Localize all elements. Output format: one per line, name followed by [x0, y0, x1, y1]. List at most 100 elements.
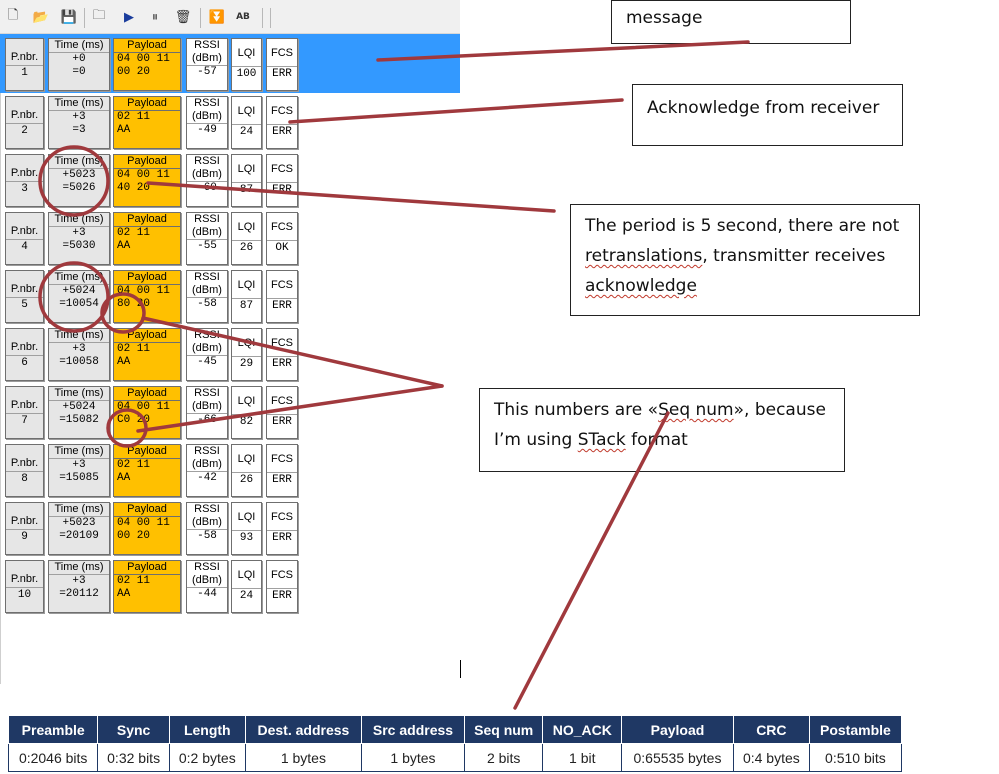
packet-rssi-cell: RSSI (dBm) -60	[186, 154, 228, 207]
time-delta: +3	[72, 343, 86, 355]
packet-rssi-cell: RSSI (dBm) -57	[186, 38, 228, 91]
lqi-value: 29	[232, 356, 261, 371]
payload-header: Payload	[114, 155, 180, 169]
frame-field-size: 0:4 bytes	[732, 743, 810, 772]
packet-fcs-cell: FCS ERR	[266, 96, 298, 149]
packet-lqi-cell: LQI 93	[231, 502, 262, 555]
packet-number: 8	[21, 473, 28, 485]
rssi-header: RSSI	[194, 503, 220, 515]
callout-ack-text: Acknowledge from receiver	[647, 98, 880, 118]
pause-icon[interactable]: ⏸	[146, 8, 164, 26]
time-absolute: =3	[72, 124, 86, 136]
packet-payload-cell: Payload 04 00 11 40 20	[113, 154, 181, 207]
new-file-icon[interactable]: 🗋	[4, 8, 22, 26]
rssi-value: -49	[187, 123, 227, 137]
frame-field-header: CRC	[732, 715, 810, 744]
callout-period: The period is 5 second, there are not re…	[570, 204, 920, 316]
packet-number: 10	[17, 589, 32, 601]
rssi-header: RSSI	[194, 155, 220, 167]
toolbar-separator	[200, 8, 201, 28]
open-folder-icon[interactable]: 📂	[32, 8, 50, 26]
packet-number: 7	[21, 415, 28, 427]
time-delta: +5023	[62, 169, 96, 181]
packet-rssi-cell: RSSI (dBm) -49	[186, 96, 228, 149]
rssi-unit-header: (dBm)	[192, 574, 222, 586]
packet-time-cell: Time (ms) +5024 =10054	[48, 270, 110, 323]
packet-pnbr-cell: P.nbr. 10	[5, 560, 44, 613]
time-absolute: =10054	[59, 298, 99, 310]
address-book-icon[interactable]: AB	[234, 8, 252, 26]
packet-fcs-cell: FCS ERR	[266, 444, 298, 497]
packet-number: 5	[21, 299, 28, 311]
payload-bytes-line1: 04 00 11	[117, 169, 170, 181]
lqi-value: 24	[232, 588, 261, 603]
packet-time-cell: Time (ms) +3 =10058	[48, 328, 110, 381]
frame-field-size: 0:510 bits	[808, 743, 903, 772]
payload-header: Payload	[114, 271, 180, 285]
save-icon[interactable]: 💾	[60, 8, 78, 26]
retranslations-word: retranslations	[585, 246, 703, 266]
packet-rssi-cell: RSSI (dBm) -58	[186, 270, 228, 323]
scroll-down-icon[interactable]: ⏬	[208, 8, 226, 26]
lqi-value: 82	[232, 414, 261, 429]
fcs-header: FCS	[271, 279, 293, 291]
callout-ack: Acknowledge from receiver	[632, 84, 903, 146]
packet-fcs-cell: FCS ERR	[266, 560, 298, 613]
acknowledge-word: acknowledge	[585, 276, 697, 296]
payload-header: Payload	[114, 387, 180, 401]
callout-message: message	[611, 0, 851, 44]
rssi-unit-header: (dBm)	[192, 110, 222, 122]
rssi-value: -55	[187, 239, 227, 253]
play-icon[interactable]: ▶	[120, 8, 138, 26]
payload-bytes-line2: AA	[117, 588, 131, 600]
time-absolute: =20112	[59, 588, 99, 600]
time-absolute: =15082	[59, 414, 99, 426]
fcs-value: ERR	[267, 472, 297, 487]
frame-field-header: Sync	[97, 715, 170, 744]
packet-pnbr-cell: P.nbr. 7	[5, 386, 44, 439]
packet-number: 3	[21, 183, 28, 195]
payload-header: Payload	[114, 213, 180, 227]
packet-lqi-cell: LQI 24	[231, 96, 262, 149]
rssi-value: -58	[187, 297, 227, 311]
time-header: Time (ms)	[49, 329, 109, 343]
frame-field-header: Src address	[361, 715, 465, 744]
clear-icon[interactable]: 🗑	[174, 8, 192, 26]
packet-payload-cell: Payload 04 00 11 80 20	[113, 270, 181, 323]
frame-field-header: Payload	[621, 715, 734, 744]
payload-bytes-line2: AA	[117, 356, 131, 368]
rssi-value: -44	[187, 587, 227, 601]
lqi-value: 87	[232, 298, 261, 313]
callout-seq-num: This numbers are «Seq num», because I’m …	[479, 388, 845, 472]
toolbar-separator	[270, 8, 271, 28]
callout-message-text: message	[626, 8, 703, 28]
fcs-value: ERR	[267, 414, 297, 429]
packet-number: 4	[21, 241, 28, 253]
pnbr-header: P.nbr.	[6, 271, 43, 298]
frame-field-header: Length	[168, 715, 246, 744]
callout-seq-line2-c: format	[625, 430, 688, 450]
time-absolute: =5026	[62, 182, 96, 194]
fcs-value: ERR	[267, 66, 297, 81]
payload-header: Payload	[114, 329, 180, 343]
time-delta: +3	[72, 575, 86, 587]
callout-period-line1: The period is 5 second, there are not	[585, 216, 900, 236]
lqi-header: LQI	[237, 569, 256, 581]
rssi-header: RSSI	[194, 39, 220, 51]
packet-fcs-cell: FCS ERR	[266, 270, 298, 323]
rssi-unit-header: (dBm)	[192, 52, 222, 64]
frame-format-header-row: Preamble Sync Length Dest. address Src addre…	[7, 715, 903, 744]
packet-pnbr-cell: P.nbr. 6	[5, 328, 44, 381]
rssi-header: RSSI	[194, 213, 220, 225]
packet-pnbr-cell: P.nbr. 3	[5, 154, 44, 207]
packet-pnbr-cell: P.nbr. 1	[5, 38, 44, 91]
packet-lqi-cell: LQI 87	[231, 270, 262, 323]
callout-seq-line1-a: This numbers are «	[494, 400, 659, 420]
packet-fcs-cell: FCS ERR	[266, 38, 298, 91]
pnbr-header: P.nbr.	[6, 155, 43, 182]
folder-icon[interactable]: 🗀	[90, 8, 108, 26]
packet-time-cell: Time (ms) +3 =5030	[48, 212, 110, 265]
time-header: Time (ms)	[49, 561, 109, 575]
time-absolute: =5030	[62, 240, 96, 252]
pnbr-header: P.nbr.	[6, 387, 43, 414]
